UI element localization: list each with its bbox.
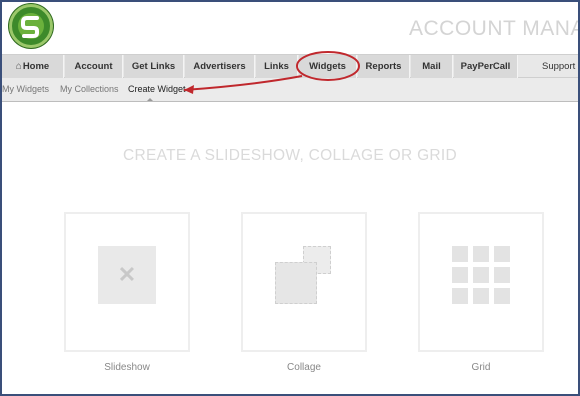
nav-label: Get Links	[131, 61, 176, 72]
slideshow-card[interactable]: ✕	[64, 212, 190, 352]
nav-label: Links	[264, 61, 289, 72]
app-title: ACCOUNT MANAG	[409, 17, 578, 40]
nav-reports[interactable]: Reports	[358, 55, 410, 78]
nav-label: Home	[22, 61, 50, 72]
collage-label: Collage	[287, 362, 321, 373]
subnav-my-widgets[interactable]: My Widgets	[2, 84, 49, 94]
nav-mail[interactable]: Mail	[411, 55, 453, 78]
nav-label: Reports	[365, 61, 402, 72]
grid-cell	[452, 246, 468, 262]
grid-label: Grid	[471, 362, 491, 373]
grid-cell	[452, 267, 468, 283]
grid-card[interactable]	[418, 212, 544, 352]
nav-home[interactable]: ⌂ Home	[2, 55, 64, 78]
grid-icon	[452, 246, 510, 304]
home-icon: ⌂	[15, 61, 22, 72]
grid-cell	[473, 267, 489, 283]
active-caret-icon	[147, 98, 153, 101]
nav-label: Support C	[542, 61, 578, 72]
nav-account[interactable]: Account	[65, 55, 123, 78]
slideshow-placeholder-icon: ✕	[98, 246, 156, 304]
subnav-create-widget[interactable]: Create Widget	[128, 84, 186, 94]
grid-cell	[452, 288, 468, 304]
subnav-my-collections[interactable]: My Collections	[60, 84, 119, 94]
nav-get-links[interactable]: Get Links	[124, 55, 184, 78]
nav-links[interactable]: Links	[256, 55, 298, 78]
nav-label: Widgets	[309, 61, 346, 72]
nav-paypercall[interactable]: PayPerCall	[454, 55, 518, 78]
grid-cell	[473, 288, 489, 304]
nav-support[interactable]: Support C	[542, 55, 578, 78]
page-title: CREATE A SLIDESHOW, COLLAGE OR GRID	[122, 147, 458, 164]
grid-cell	[494, 288, 510, 304]
collage-card[interactable]	[241, 212, 367, 352]
nav-label: Account	[74, 61, 113, 72]
nav-label: PayPerCall	[460, 61, 511, 72]
collage-icon-front	[275, 262, 317, 304]
header: ACCOUNT MANAG	[2, 2, 578, 54]
nav-label: Mail	[422, 61, 441, 72]
grid-cell	[473, 246, 489, 262]
nav-label: Advertisers	[193, 61, 246, 72]
sub-nav: My Widgets My Collections Create Widget	[2, 78, 578, 102]
grid-cell	[494, 267, 510, 283]
nav-widgets[interactable]: Widgets	[299, 55, 357, 78]
logo-s-icon	[21, 16, 39, 38]
nav-advertisers[interactable]: Advertisers	[185, 55, 255, 78]
browser-frame: ACCOUNT MANAG ⌂ Home Account Get Links A…	[0, 0, 580, 396]
logo[interactable]	[9, 4, 53, 48]
grid-cell	[494, 246, 510, 262]
slideshow-label: Slideshow	[104, 362, 150, 373]
main-nav: ⌂ Home Account Get Links Advertisers Lin…	[2, 54, 578, 78]
